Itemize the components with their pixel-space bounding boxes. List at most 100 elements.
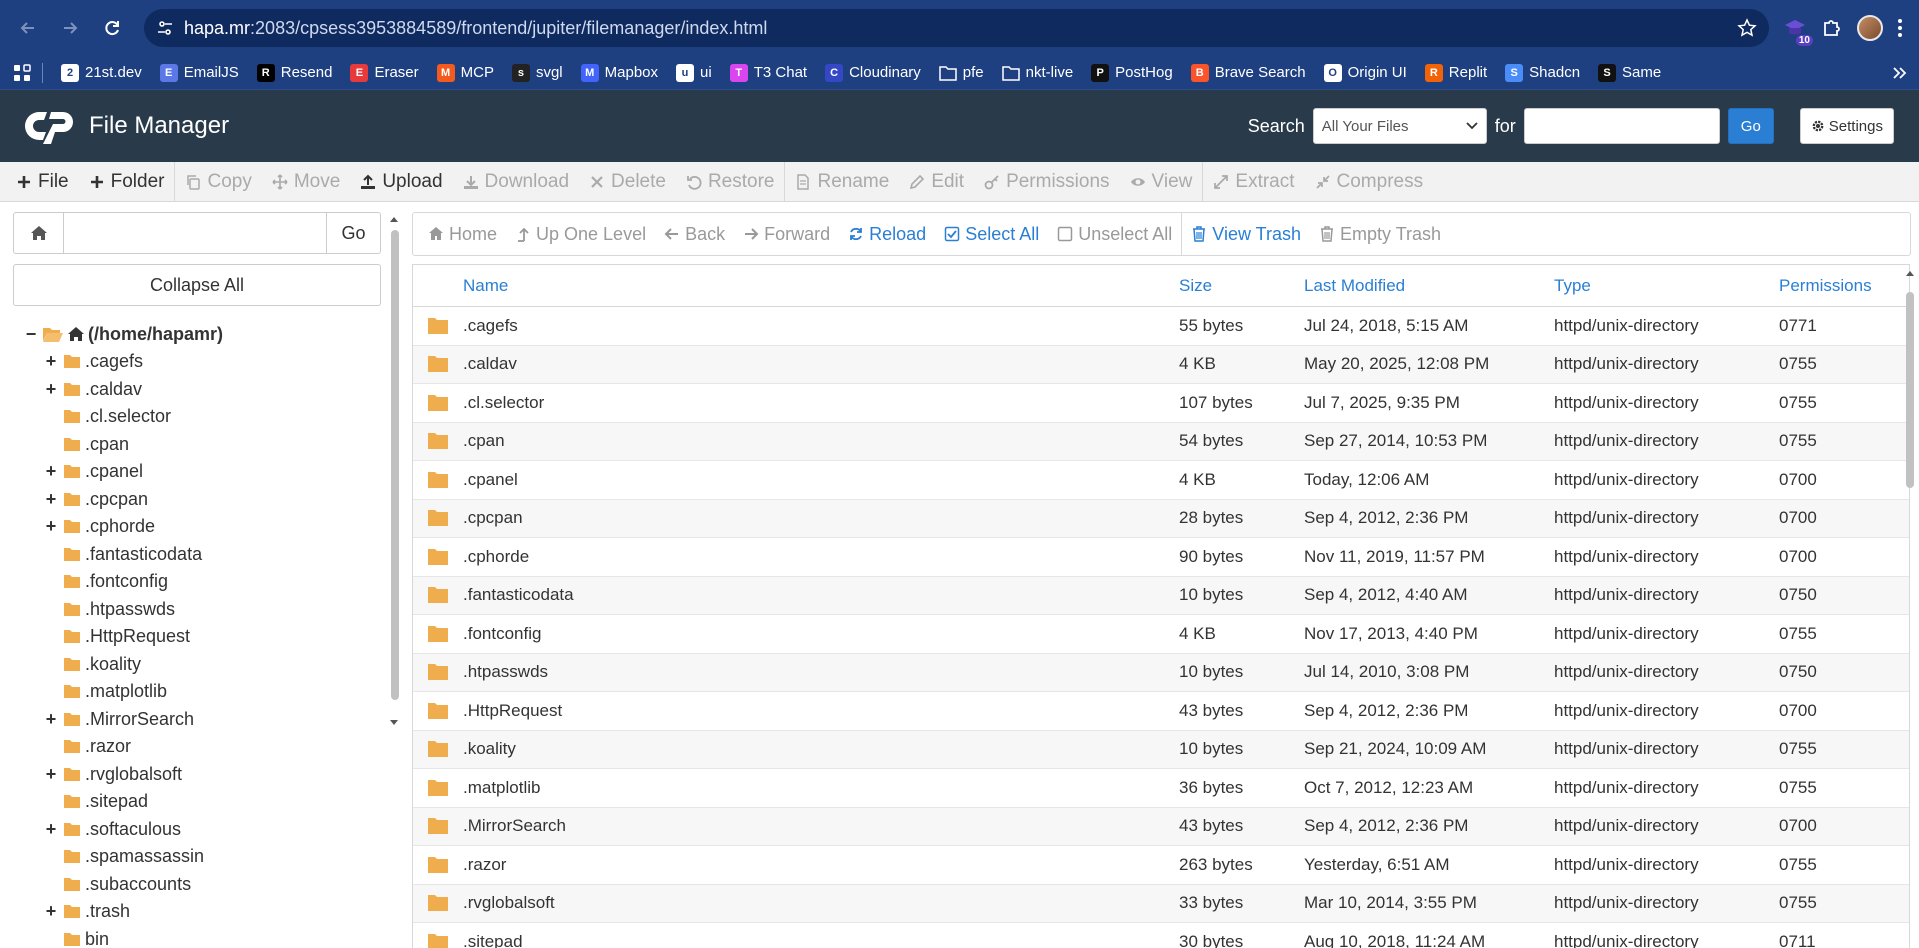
file-name[interactable]: .cphorde <box>463 547 1179 567</box>
bookmark-10[interactable]: C Cloudinary <box>817 61 929 85</box>
nav-select-all-button[interactable]: Select All <box>935 224 1048 245</box>
address-bar[interactable]: hapa.mr:2083/cpsess3953884589/frontend/j… <box>144 9 1769 47</box>
tree-item[interactable]: + .rvglobalsoft <box>13 761 406 789</box>
toolbar-rename-button[interactable]: Rename <box>785 162 899 202</box>
tree-item[interactable]: .sitepad <box>13 788 406 816</box>
back-nav-button[interactable] <box>10 10 46 46</box>
bookmark-6[interactable]: s svgl <box>504 61 571 85</box>
file-name[interactable]: .cagefs <box>463 316 1179 336</box>
path-input[interactable] <box>64 213 326 253</box>
toolbar-restore-button[interactable]: Restore <box>676 162 785 202</box>
nav-home-button[interactable]: Home <box>419 224 506 245</box>
bookmark-9[interactable]: T T3 Chat <box>722 61 815 85</box>
file-name[interactable]: .cl.selector <box>463 393 1179 413</box>
collapse-all-button[interactable]: Collapse All <box>13 264 381 306</box>
toolbar-move-button[interactable]: Move <box>262 162 350 202</box>
table-row[interactable]: .cpanel 4 KB Today, 12:06 AM httpd/unix-dir… <box>413 461 1909 500</box>
extension-button[interactable]: 10 <box>1783 16 1813 46</box>
path-go-button[interactable]: Go <box>326 213 380 253</box>
bookmark-12[interactable]: nkt-live <box>994 61 1082 84</box>
table-row[interactable]: .cpan 54 bytes Sep 27, 2014, 10:53 PM httpd… <box>413 422 1909 461</box>
tree-item[interactable]: + .cagefs <box>13 348 406 376</box>
toolbar-view-button[interactable]: View <box>1120 162 1203 202</box>
tree-root[interactable]: − (/home/hapamr) <box>13 320 406 348</box>
file-name[interactable]: .sitepad <box>463 932 1179 948</box>
scroll-up-icon[interactable] <box>1901 268 1919 278</box>
sidebar-scrollbar-thumb[interactable] <box>391 230 399 700</box>
file-name[interactable]: .razor <box>463 855 1179 875</box>
tree-item[interactable]: + .cpanel <box>13 458 406 486</box>
table-row[interactable]: .rvglobalsoft 33 bytes Mar 10, 2014, 3:55 … <box>413 884 1909 923</box>
table-row[interactable]: .cagefs 55 bytes Jul 24, 2018, 5:15 AM http… <box>413 307 1909 346</box>
tree-item[interactable]: .cl.selector <box>13 403 406 431</box>
bookmark-17[interactable]: S Shadcn <box>1497 61 1588 85</box>
nav-reload-button[interactable]: Reload <box>839 224 935 245</box>
more-bookmarks-icon[interactable] <box>1891 65 1907 81</box>
site-info-icon[interactable] <box>156 19 174 37</box>
table-row[interactable]: .fantasticodata 10 bytes Sep 4, 2012, 4:40… <box>413 576 1909 615</box>
tree-item[interactable]: + .caldav <box>13 376 406 404</box>
table-row[interactable]: .cpcpan 28 bytes Sep 4, 2012, 2:36 PM httpd… <box>413 499 1909 538</box>
apps-grid-icon[interactable] <box>12 63 32 83</box>
bookmark-3[interactable]: R Resend <box>249 61 341 85</box>
tree-item[interactable]: .htpasswds <box>13 596 406 624</box>
file-name[interactable]: .htpasswds <box>463 662 1179 682</box>
forward-nav-button[interactable] <box>52 10 88 46</box>
bookmark-15[interactable]: O Origin UI <box>1316 61 1415 85</box>
toolbar-folder-button[interactable]: Folder <box>79 162 175 202</box>
bookmark-1[interactable]: 2 21st.dev <box>53 61 150 85</box>
bookmark-2[interactable]: E EmailJS <box>152 61 247 85</box>
file-name[interactable]: .fantasticodata <box>463 585 1179 605</box>
table-scrollbar-thumb[interactable] <box>1906 292 1914 488</box>
tree-item[interactable]: .matplotlib <box>13 678 406 706</box>
cpanel-logo[interactable]: File Manager <box>25 106 229 146</box>
expand-plus-icon[interactable]: + <box>43 764 59 785</box>
file-name[interactable]: .cpcpan <box>463 508 1179 528</box>
toolbar-extract-button[interactable]: Extract <box>1203 162 1304 202</box>
url-text[interactable]: hapa.mr:2083/cpsess3953884589/frontend/j… <box>184 18 1727 39</box>
tree-item[interactable]: + .MirrorSearch <box>13 706 406 734</box>
bookmark-4[interactable]: E Eraser <box>342 61 426 85</box>
expand-plus-icon[interactable]: + <box>43 461 59 482</box>
file-name[interactable]: .cpanel <box>463 470 1179 490</box>
tree-item[interactable]: .fantasticodata <box>13 541 406 569</box>
nav-unselect-all-button[interactable]: Unselect All <box>1048 224 1181 245</box>
bookmark-7[interactable]: M Mapbox <box>573 61 666 85</box>
file-name[interactable]: .cpan <box>463 431 1179 451</box>
bookmark-star-icon[interactable] <box>1737 18 1757 38</box>
tree-item[interactable]: bin <box>13 926 406 948</box>
nav-up-one-level-button[interactable]: Up One Level <box>506 224 655 245</box>
search-go-button[interactable]: Go <box>1727 108 1774 144</box>
bookmark-14[interactable]: B Brave Search <box>1183 61 1314 85</box>
column-size[interactable]: Size <box>1179 276 1304 296</box>
sidebar-scrollbar[interactable] <box>385 212 403 728</box>
bookmark-5[interactable]: M MCP <box>429 61 502 85</box>
bookmark-8[interactable]: u ui <box>668 61 720 85</box>
file-name[interactable]: .MirrorSearch <box>463 816 1179 836</box>
tree-item[interactable]: .koality <box>13 651 406 679</box>
toolbar-upload-button[interactable]: Upload <box>350 162 452 202</box>
column-permissions[interactable]: Permissions <box>1779 276 1909 296</box>
expand-plus-icon[interactable]: + <box>43 901 59 922</box>
file-name[interactable]: .matplotlib <box>463 778 1179 798</box>
tree-item[interactable]: + .softaculous <box>13 816 406 844</box>
scroll-down-icon[interactable] <box>385 718 403 728</box>
tree-item[interactable]: + .cpcpan <box>13 486 406 514</box>
file-name[interactable]: .koality <box>463 739 1179 759</box>
column-name[interactable]: Name <box>463 276 1179 296</box>
bookmark-13[interactable]: P PostHog <box>1083 61 1181 85</box>
expand-plus-icon[interactable]: + <box>43 351 59 372</box>
table-row[interactable]: .MirrorSearch 43 bytes Sep 4, 2012, 2:36 P… <box>413 807 1909 846</box>
nav-back-button[interactable]: Back <box>655 224 734 245</box>
table-row[interactable]: .HttpRequest 43 bytes Sep 4, 2012, 2:36 PM… <box>413 692 1909 731</box>
kebab-menu-icon[interactable] <box>1897 18 1903 38</box>
table-row[interactable]: .fontconfig 4 KB Nov 17, 2013, 4:40 PM http… <box>413 615 1909 654</box>
table-row[interactable]: .sitepad 30 bytes Aug 10, 2018, 11:24 AM ht… <box>413 923 1909 948</box>
expand-plus-icon[interactable]: + <box>43 379 59 400</box>
tree-item[interactable]: .razor <box>13 733 406 761</box>
collapse-minus-icon[interactable]: − <box>23 324 39 345</box>
nav-empty-trash-button[interactable]: Empty Trash <box>1310 224 1450 245</box>
file-name[interactable]: .fontconfig <box>463 624 1179 644</box>
tree-item[interactable]: .HttpRequest <box>13 623 406 651</box>
table-row[interactable]: .matplotlib 36 bytes Oct 7, 2012, 12:23 AM… <box>413 769 1909 808</box>
